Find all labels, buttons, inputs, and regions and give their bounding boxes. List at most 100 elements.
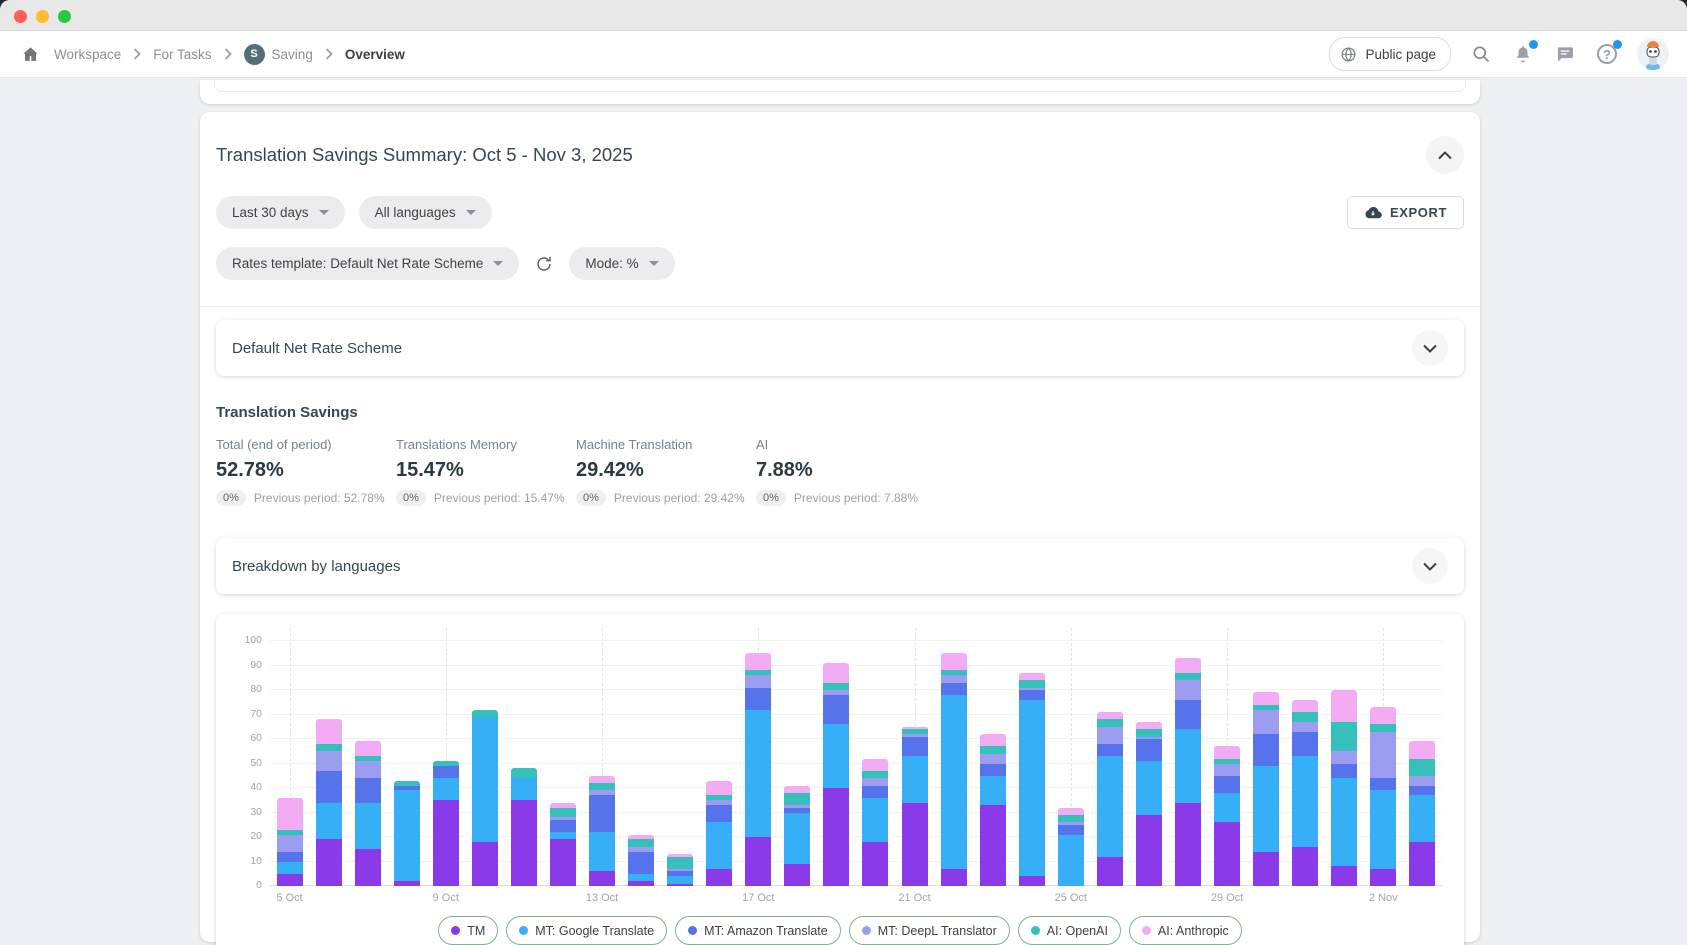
stacked-bar-15-oct[interactable] xyxy=(667,854,693,886)
zoom-window-button[interactable] xyxy=(58,10,71,23)
stacked-bar-17-oct[interactable] xyxy=(745,653,771,886)
stat-label: Machine Translation xyxy=(576,437,756,452)
notifications-button[interactable] xyxy=(1511,42,1535,66)
bar-slot xyxy=(1208,628,1247,886)
stacked-bar-3-nov[interactable] xyxy=(1409,741,1435,886)
chart-plot: 0102030405060708090100 xyxy=(270,628,1442,886)
stacked-bar-10-oct[interactable] xyxy=(472,710,498,886)
stacked-bar-24-oct[interactable] xyxy=(1019,673,1045,886)
stacked-bar-12-oct[interactable] xyxy=(550,803,576,886)
legend-item-mt-google-translate[interactable]: MT: Google Translate xyxy=(506,916,667,945)
stacked-bar-26-oct[interactable] xyxy=(1097,712,1123,886)
stacked-bar-6-oct[interactable] xyxy=(316,719,342,886)
bar-segment-mt-google-translate xyxy=(941,695,967,869)
bar-segment-tm xyxy=(1214,822,1240,886)
stacked-bar-22-oct[interactable] xyxy=(941,653,967,886)
window-titlebar xyxy=(0,0,1687,31)
stacked-bar-1-nov[interactable] xyxy=(1331,690,1357,886)
expand-rate-scheme-button[interactable] xyxy=(1412,330,1448,366)
breadcrumb-saving[interactable]: S Saving xyxy=(244,44,313,65)
y-tick-label: 40 xyxy=(230,781,262,793)
bar-segment-ai-anthropic xyxy=(745,653,771,670)
bar-segment-mt-amazon-translate xyxy=(433,766,459,778)
chevron-down-icon xyxy=(319,210,329,215)
bar-segment-ai-openai xyxy=(472,710,498,717)
stacked-bar-25-oct[interactable] xyxy=(1058,808,1084,886)
mode-filter[interactable]: Mode: % xyxy=(569,247,674,280)
stacked-bar-14-oct[interactable] xyxy=(628,835,654,886)
stat-previous: Previous period: 7.88% xyxy=(794,491,918,505)
stacked-bar-9-oct[interactable] xyxy=(433,761,459,886)
stacked-bar-29-oct[interactable] xyxy=(1214,746,1240,886)
bar-segment-mt-amazon-translate xyxy=(589,795,615,832)
bar-segment-ai-anthropic xyxy=(823,663,849,683)
date-range-filter-label: Last 30 days xyxy=(232,205,309,220)
user-avatar[interactable] xyxy=(1637,38,1669,70)
legend-item-mt-amazon-translate[interactable]: MT: Amazon Translate xyxy=(675,916,841,945)
stacked-bar-7-oct[interactable] xyxy=(355,741,381,886)
bar-segment-ai-anthropic xyxy=(1136,722,1162,729)
stacked-bar-18-oct[interactable] xyxy=(784,786,810,886)
breadcrumb-workspace[interactable]: Workspace xyxy=(54,47,121,62)
bar-segment-ai-anthropic xyxy=(1214,746,1240,758)
stacked-bar-30-oct[interactable] xyxy=(1253,692,1279,886)
bar-segment-mt-amazon-translate xyxy=(1370,778,1396,790)
bar-segment-tm xyxy=(941,869,967,886)
chat-button[interactable] xyxy=(1553,42,1577,66)
languages-filter[interactable]: All languages xyxy=(359,196,492,229)
bar-segment-mt-amazon-translate xyxy=(316,771,342,803)
bar-slot xyxy=(817,628,856,886)
rate-scheme-card: Default Net Rate Scheme xyxy=(216,320,1464,376)
bar-slot xyxy=(661,628,700,886)
home-icon[interactable] xyxy=(18,42,42,66)
legend-label: AI: OpenAI xyxy=(1047,924,1108,938)
breadcrumb-overview[interactable]: Overview xyxy=(345,47,405,62)
stacked-bar-11-oct[interactable] xyxy=(511,768,537,886)
bar-segment-mt-google-translate xyxy=(628,874,654,881)
public-page-label: Public page xyxy=(1365,47,1436,62)
legend-item-ai-openai[interactable]: AI: OpenAI xyxy=(1018,916,1121,945)
bar-segment-mt-deepl-translator xyxy=(1409,776,1435,786)
stacked-bar-2-nov[interactable] xyxy=(1370,707,1396,886)
search-button[interactable] xyxy=(1469,42,1493,66)
bar-segment-mt-deepl-translator xyxy=(316,751,342,771)
bar-segment-ai-openai xyxy=(628,839,654,846)
bar-segment-ai-anthropic xyxy=(1175,658,1201,673)
export-label: EXPORT xyxy=(1390,205,1447,220)
stacked-bar-23-oct[interactable] xyxy=(980,734,1006,886)
legend-item-mt-deepl-translator[interactable]: MT: DeepL Translator xyxy=(849,916,1010,945)
bar-slot xyxy=(1325,628,1364,886)
bar-segment-mt-deepl-translator xyxy=(1253,710,1279,735)
export-button[interactable]: EXPORT xyxy=(1347,196,1464,229)
legend-item-ai-anthropic[interactable]: AI: Anthropic xyxy=(1129,916,1242,945)
stacked-bar-28-oct[interactable] xyxy=(1175,658,1201,886)
breadcrumb-for-tasks[interactable]: For Tasks xyxy=(153,47,211,62)
collapse-summary-button[interactable] xyxy=(1426,136,1464,174)
translation-savings-heading: Translation Savings xyxy=(216,404,1464,421)
bar-segment-mt-google-translate xyxy=(550,832,576,839)
minimize-window-button[interactable] xyxy=(36,10,49,23)
bar-segment-tm xyxy=(745,837,771,886)
stacked-bar-5-oct[interactable] xyxy=(277,798,303,886)
bar-slot xyxy=(543,628,582,886)
legend-item-tm[interactable]: TM xyxy=(438,916,498,945)
date-range-filter[interactable]: Last 30 days xyxy=(216,196,345,229)
bar-segment-mt-google-translate xyxy=(784,813,810,864)
legend-label: AI: Anthropic xyxy=(1158,924,1229,938)
close-window-button[interactable] xyxy=(14,10,27,23)
stacked-bar-8-oct[interactable] xyxy=(394,781,420,886)
public-page-button[interactable]: Public page xyxy=(1329,37,1451,71)
x-tick-label xyxy=(817,886,856,908)
stacked-bar-19-oct[interactable] xyxy=(823,663,849,886)
stacked-bar-13-oct[interactable] xyxy=(589,776,615,886)
stacked-bar-16-oct[interactable] xyxy=(706,781,732,886)
refresh-button[interactable] xyxy=(533,253,555,275)
stacked-bar-20-oct[interactable] xyxy=(862,759,888,886)
expand-breakdown-button[interactable] xyxy=(1412,548,1448,584)
help-button[interactable]: ? xyxy=(1595,42,1619,66)
chevron-right-icon xyxy=(133,48,141,60)
stacked-bar-31-oct[interactable] xyxy=(1292,700,1318,886)
stacked-bar-27-oct[interactable] xyxy=(1136,722,1162,886)
rates-template-filter[interactable]: Rates template: Default Net Rate Scheme xyxy=(216,247,519,280)
stacked-bar-21-oct[interactable] xyxy=(902,727,928,886)
